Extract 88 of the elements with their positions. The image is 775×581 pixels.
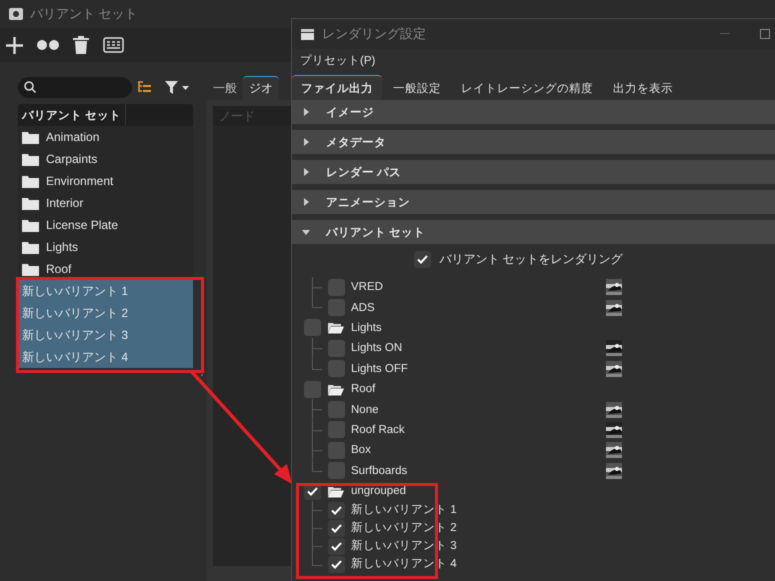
tree-line [312, 399, 322, 420]
variant-name: 新しいバリアント 2 [351, 521, 457, 536]
folder-icon [22, 196, 39, 210]
folder-icon [22, 130, 39, 144]
checkbox[interactable] [328, 340, 345, 357]
checkbox[interactable] [328, 401, 345, 418]
checkbox[interactable] [328, 299, 345, 316]
tree-row[interactable]: 新しいバリアント 1 [18, 280, 193, 302]
checkbox[interactable] [304, 380, 321, 398]
folder-icon [22, 218, 39, 232]
tree-row[interactable]: Interior [18, 192, 193, 214]
section-header[interactable]: レンダー パス [292, 160, 775, 184]
section-header[interactable]: イメージ [292, 100, 775, 124]
tab[interactable]: ファイル出力 [292, 75, 382, 100]
checkbox[interactable] [328, 538, 345, 555]
group-name: Roof [351, 382, 376, 396]
tree-row[interactable]: 新しいバリアント 3 [18, 324, 193, 346]
variant-name: 新しいバリアント 4 [351, 557, 457, 572]
checkbox[interactable] [328, 502, 345, 519]
dialog-title: レンダリング設定 [322, 25, 426, 43]
tree-row[interactable]: Lights [18, 236, 193, 258]
tree-row[interactable]: 新しいバリアント 4 [18, 346, 193, 368]
tree-line [312, 420, 322, 440]
check-icon [331, 542, 342, 551]
tab[interactable]: 一般 [207, 76, 243, 100]
tree-view-icon[interactable] [138, 81, 151, 93]
tree-row[interactable]: License Plate [18, 214, 193, 236]
variant-name: Lights ON [351, 341, 404, 356]
checkbox[interactable] [328, 360, 345, 378]
tree-row[interactable]: Environment [18, 170, 193, 192]
variant-name: 新しいバリアント 1 [351, 503, 457, 518]
variant-name: Surfboards [351, 464, 408, 478]
tab[interactable]: レイトレーシングの精度 [452, 75, 602, 100]
tab[interactable]: 一般設定 [384, 75, 450, 100]
app-icon [8, 7, 24, 21]
variant-name: 新しいバリアント 3 [351, 539, 457, 554]
tab[interactable]: ジオ [243, 76, 279, 100]
folder-icon [327, 382, 345, 396]
section-header[interactable]: メタデータ [292, 130, 775, 154]
folder-icon [22, 152, 39, 166]
two-dots-icon[interactable] [37, 40, 59, 50]
section-header[interactable]: バリアント セット [292, 220, 775, 244]
variant-name: None [351, 402, 380, 417]
check-icon [331, 560, 342, 569]
checkbox[interactable] [304, 319, 321, 336]
tree-row[interactable]: 新しいバリアント 2 [18, 302, 193, 324]
menu-item[interactable]: プリセット(P) [300, 52, 376, 68]
tree-line [312, 519, 322, 538]
column-title: バリアント セット [22, 108, 122, 122]
folder-icon [22, 262, 39, 276]
search-icon [24, 81, 36, 93]
checkbox[interactable] [328, 556, 345, 573]
check-icon [331, 506, 342, 515]
filter-icon[interactable] [165, 80, 191, 94]
variant-name: Box [351, 443, 372, 458]
checkbox[interactable] [414, 250, 432, 268]
variant-name: VRED [351, 280, 384, 294]
folder-icon [22, 174, 39, 188]
variant-name: Lights OFF [351, 362, 409, 376]
checkbox[interactable] [328, 421, 345, 438]
checkbox-label: バリアント セットをレンダリング [439, 250, 623, 268]
check-icon [331, 524, 342, 533]
variant-name: Roof Rack [351, 422, 406, 437]
checkbox[interactable] [328, 278, 345, 296]
group-name: ungrouped [351, 484, 407, 498]
folder-icon [22, 240, 39, 254]
tab[interactable]: 出力を表示 [604, 75, 682, 100]
check-icon [417, 254, 428, 264]
window-title: バリアント セット [30, 5, 138, 23]
checkbox[interactable] [328, 462, 345, 480]
tree-row[interactable]: Roof [18, 258, 193, 280]
variant-name: ADS [351, 300, 376, 315]
tree-line [312, 501, 322, 520]
folder-icon [327, 484, 345, 498]
maximize-icon[interactable] [760, 29, 770, 39]
tree-row[interactable]: Carpaints [18, 148, 193, 170]
check-icon [307, 486, 318, 496]
checkbox[interactable] [328, 442, 345, 459]
plus-icon[interactable] [6, 36, 23, 54]
keyboard-icon[interactable] [103, 37, 124, 53]
checkbox[interactable] [328, 520, 345, 537]
clapperboard-icon [301, 28, 314, 40]
tree-row[interactable]: Animation [18, 126, 193, 148]
group-name: Lights [351, 320, 383, 335]
section-header[interactable]: アニメーション [292, 190, 775, 214]
trash-icon[interactable] [73, 36, 89, 54]
folder-icon [327, 321, 345, 334]
search-field[interactable] [18, 76, 132, 98]
